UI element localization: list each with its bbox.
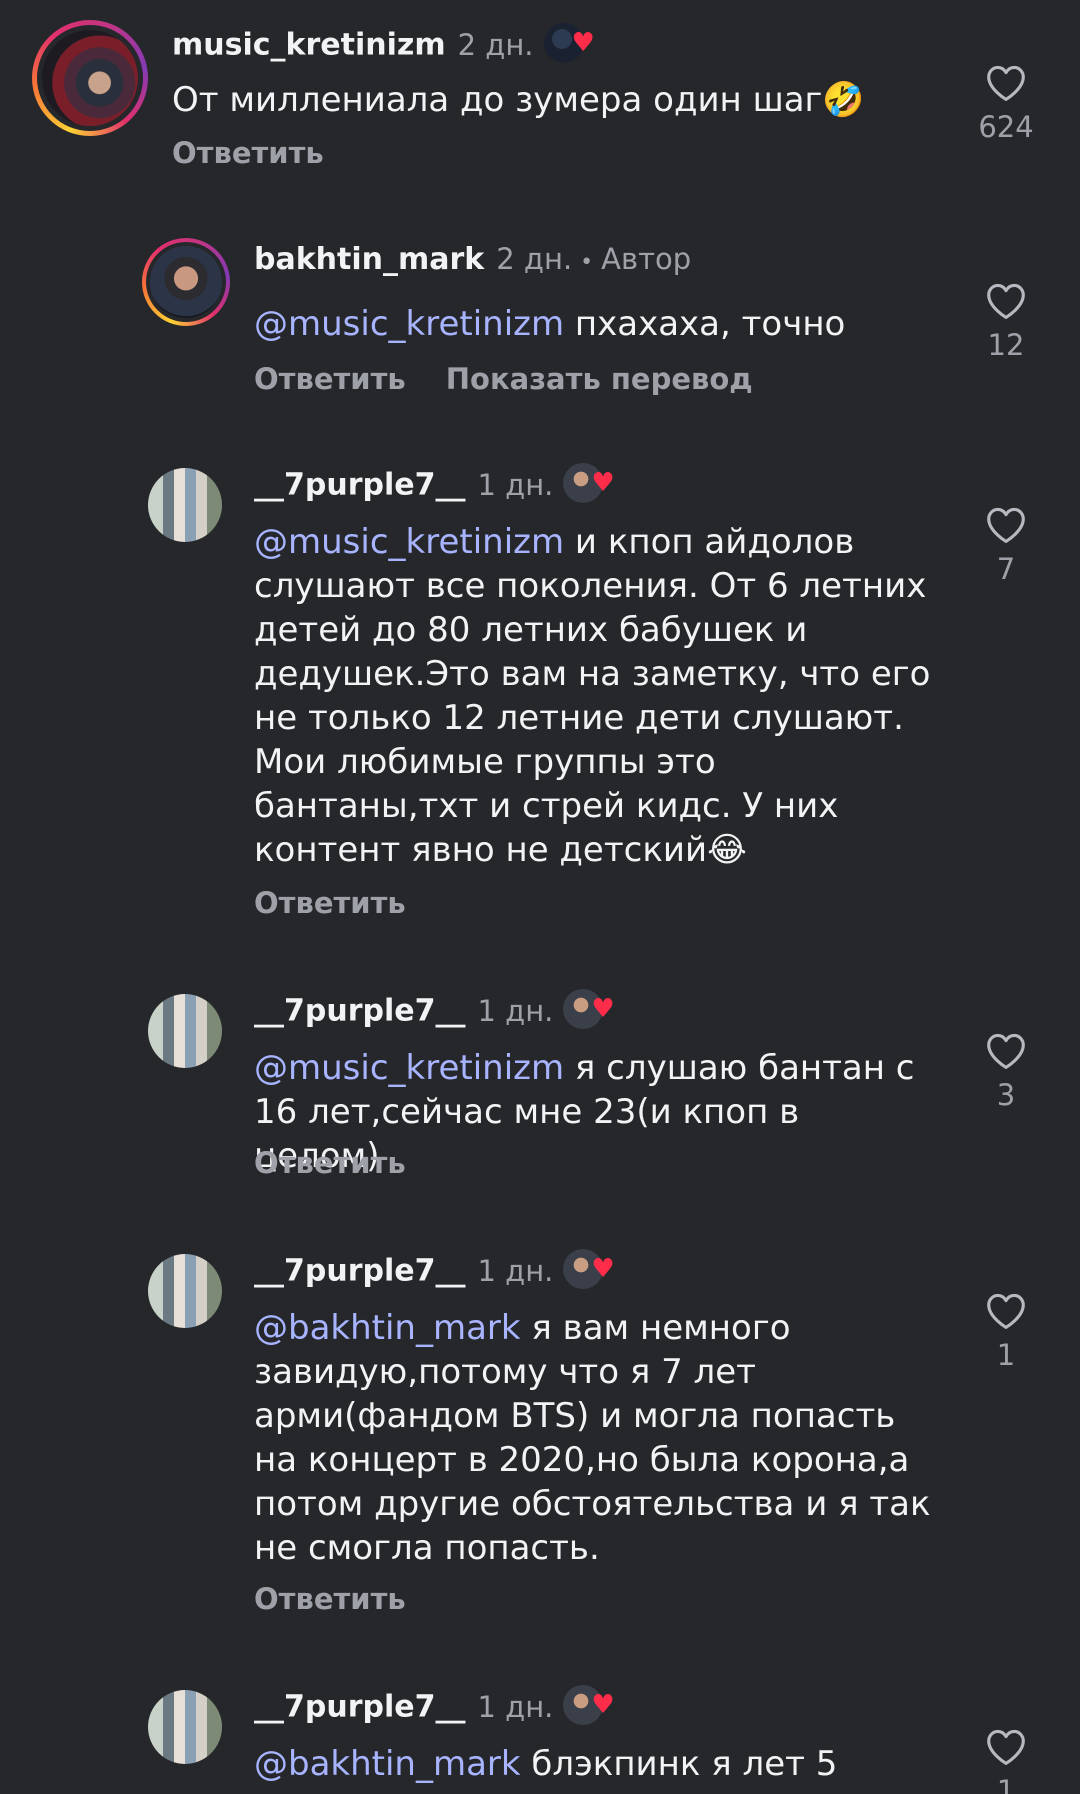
like-count: 1 xyxy=(996,1338,1016,1372)
like-button[interactable]: 12 xyxy=(966,282,1046,362)
comment-time: 1 дн. xyxy=(477,1253,554,1288)
username-text[interactable]: music_kretinizm xyxy=(172,28,446,63)
comment-username[interactable]: __7purple7__ 1 дн. ♥ xyxy=(254,463,617,506)
username-text[interactable]: __7purple7__ xyxy=(254,468,465,503)
mention-link[interactable]: @bakhtin_mark xyxy=(254,1744,521,1784)
comment-time: 1 дн. xyxy=(477,1689,554,1724)
avatar[interactable] xyxy=(32,20,148,136)
like-count: 624 xyxy=(978,110,1034,144)
liked-by-creator-badge: ♥ xyxy=(543,23,598,63)
heart-filled-icon: ♥ xyxy=(571,28,595,58)
comment-time: 2 дн. xyxy=(457,27,534,62)
like-count: 3 xyxy=(996,1078,1016,1112)
like-count: 1 xyxy=(996,1774,1016,1794)
comment-body: и кпоп айдолов слушают все поколения. От… xyxy=(254,522,931,870)
avatar[interactable] xyxy=(148,994,222,1068)
comment-actions: Ответить Показать перевод xyxy=(254,362,753,396)
comment-actions: Ответить xyxy=(254,1146,406,1180)
username-text[interactable]: __7purple7__ xyxy=(254,1690,465,1725)
avatar[interactable] xyxy=(148,1690,222,1764)
heart-filled-icon: ♥ xyxy=(591,994,615,1024)
heart-outline-icon[interactable] xyxy=(985,64,1027,102)
comment-text: @music_kretinizm пхахаха, точно xyxy=(254,302,934,346)
heart-outline-icon[interactable] xyxy=(985,1728,1027,1766)
comment-username[interactable]: __7purple7__ 1 дн. ♥ xyxy=(254,1685,617,1728)
like-count: 7 xyxy=(996,552,1016,586)
heart-filled-icon: ♥ xyxy=(591,1254,615,1284)
comment-time: 1 дн. xyxy=(477,467,554,502)
heart-outline-icon[interactable] xyxy=(985,282,1027,320)
liked-by-creator-badge: ♥ xyxy=(563,989,617,1029)
comment-username[interactable]: music_kretinizm 2 дн. ♥ xyxy=(172,23,598,66)
like-button[interactable]: 3 xyxy=(966,1032,1046,1112)
comment-username[interactable]: bakhtin_mark 2 дн. • Автор xyxy=(254,242,691,277)
avatar[interactable] xyxy=(142,238,230,326)
like-button[interactable]: 1 xyxy=(966,1728,1046,1794)
heart-outline-icon[interactable] xyxy=(985,1032,1027,1070)
reply-button[interactable]: Ответить xyxy=(172,136,324,170)
heart-outline-icon[interactable] xyxy=(985,1292,1027,1330)
mention-link[interactable]: @music_kretinizm xyxy=(254,304,564,344)
comment-actions: Ответить xyxy=(172,136,324,170)
heart-filled-icon: ♥ xyxy=(591,468,615,498)
comment-username[interactable]: __7purple7__ 1 дн. ♥ xyxy=(254,989,617,1032)
mention-link[interactable]: @music_kretinizm xyxy=(254,522,564,562)
like-button[interactable]: 7 xyxy=(966,506,1046,586)
comment-body: От миллениала до зумера один шаг🤣 xyxy=(172,80,865,120)
comment-time: 2 дн. xyxy=(496,242,573,276)
comment-text: @music_kretinizm и кпоп айдолов слушают … xyxy=(254,520,934,872)
author-badge: Автор xyxy=(601,242,692,276)
reply-button[interactable]: Ответить xyxy=(254,1146,406,1180)
separator-dot: • xyxy=(580,250,594,275)
heart-filled-icon: ♥ xyxy=(591,1690,615,1720)
username-text[interactable]: __7purple7__ xyxy=(254,994,465,1029)
avatar[interactable] xyxy=(148,468,222,542)
mention-link[interactable]: @music_kretinizm xyxy=(254,1048,564,1088)
comment-actions: Ответить xyxy=(254,886,406,920)
comment-text: @bakhtin_mark блэкпинк я лет 5 точно xyxy=(254,1742,934,1794)
comment-time: 1 дн. xyxy=(477,993,554,1028)
reply-button[interactable]: Ответить xyxy=(254,1582,406,1616)
like-button[interactable]: 624 xyxy=(966,64,1046,144)
comment-text: От миллениала до зумера один шаг🤣 xyxy=(172,78,872,122)
show-translation-button[interactable]: Показать перевод xyxy=(446,362,753,396)
comment-username[interactable]: __7purple7__ 1 дн. ♥ xyxy=(254,1249,617,1292)
avatar[interactable] xyxy=(148,1254,222,1328)
liked-by-creator-badge: ♥ xyxy=(563,1685,617,1725)
comment-body: пхахаха, точно xyxy=(564,304,846,344)
liked-by-creator-badge: ♥ xyxy=(563,1249,617,1289)
comment-actions: Ответить xyxy=(254,1582,406,1616)
comment-text: @bakhtin_mark я вам немного завидую,пото… xyxy=(254,1306,934,1570)
liked-by-creator-badge: ♥ xyxy=(563,463,617,503)
heart-outline-icon[interactable] xyxy=(985,506,1027,544)
username-text[interactable]: bakhtin_mark xyxy=(254,242,484,277)
reply-button[interactable]: Ответить xyxy=(254,886,406,920)
like-count: 12 xyxy=(987,328,1025,362)
username-text[interactable]: __7purple7__ xyxy=(254,1254,465,1289)
mention-link[interactable]: @bakhtin_mark xyxy=(254,1308,521,1348)
like-button[interactable]: 1 xyxy=(966,1292,1046,1372)
reply-button[interactable]: Ответить xyxy=(254,362,406,396)
